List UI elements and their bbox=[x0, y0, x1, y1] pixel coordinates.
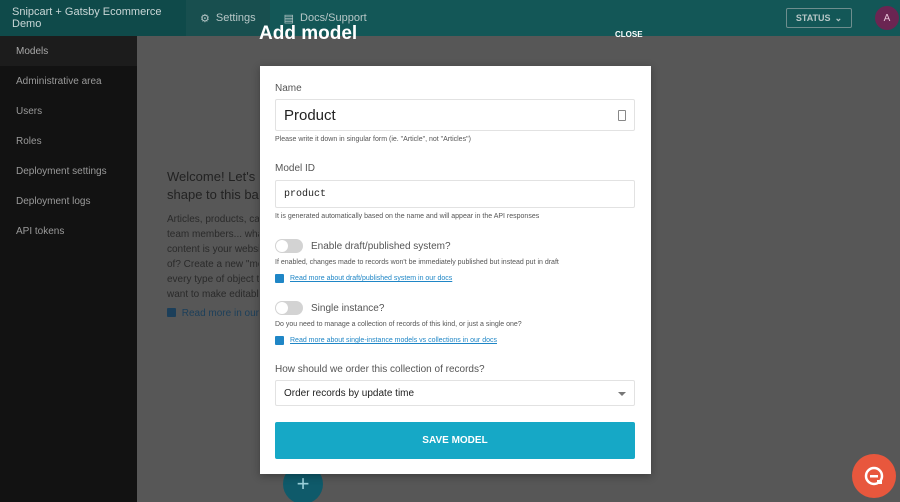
welcome-line: want to make editabl bbox=[167, 289, 259, 300]
book-icon bbox=[167, 308, 176, 317]
single-toggle-row: Single instance? bbox=[275, 301, 384, 315]
single-label: Single instance? bbox=[311, 302, 385, 314]
avatar[interactable]: A bbox=[875, 6, 899, 30]
sidebar-item-deployment-logs[interactable]: Deployment logs bbox=[0, 186, 137, 216]
order-value: Order records by update time bbox=[284, 387, 415, 399]
book-icon bbox=[275, 336, 284, 345]
single-instance-toggle[interactable] bbox=[275, 301, 303, 315]
welcome-docs-link[interactable]: Read more in our bbox=[167, 308, 259, 319]
draft-hint: If enabled, changes made to records won'… bbox=[275, 259, 559, 266]
name-value: Product bbox=[284, 106, 336, 124]
sidebar: Models Administrative area Users Roles D… bbox=[0, 36, 137, 502]
welcome-link-label: Read more in our bbox=[181, 308, 259, 319]
model-id-label: Model ID bbox=[275, 163, 316, 174]
welcome-line: content is your websi bbox=[167, 244, 259, 255]
status-button[interactable]: STATUS ⌄ bbox=[786, 8, 852, 28]
sidebar-item-roles[interactable]: Roles bbox=[0, 126, 137, 156]
chat-icon bbox=[864, 466, 884, 486]
welcome-line: Articles, products, ca bbox=[167, 214, 259, 225]
single-link-label: Read more about single-instance models v… bbox=[290, 337, 497, 344]
welcome-line: of? Create a new "mo bbox=[167, 259, 259, 270]
welcome-title-line: shape to this bac bbox=[167, 187, 259, 202]
model-id-value: product bbox=[284, 188, 327, 200]
caret-down-icon bbox=[618, 392, 626, 396]
name-hint: Please write it down in singular form (i… bbox=[275, 136, 471, 143]
nav-settings-label: Settings bbox=[215, 12, 256, 24]
chat-widget-button[interactable] bbox=[852, 454, 896, 498]
top-bar: Snipcart + Gatsby Ecommerce Demo ⚙ Setti… bbox=[0, 0, 900, 36]
model-id-hint: It is generated automatically based on t… bbox=[275, 213, 540, 220]
sidebar-item-administrative-area[interactable]: Administrative area bbox=[0, 66, 137, 96]
add-model-dialog: Name Product Please write it down in sin… bbox=[260, 66, 651, 474]
modal-title: Add model bbox=[259, 23, 358, 44]
welcome-text: Articles, products, ca team members... w… bbox=[167, 212, 259, 302]
single-docs-link[interactable]: Read more about single-instance models v… bbox=[275, 336, 497, 345]
gear-icon: ⚙ bbox=[200, 12, 210, 25]
field-info-icon[interactable] bbox=[618, 110, 626, 121]
name-field[interactable]: Product bbox=[275, 99, 635, 131]
welcome-line: every type of object th bbox=[167, 274, 259, 285]
order-label: How should we order this collection of r… bbox=[275, 364, 485, 375]
save-model-button[interactable]: SAVE MODEL bbox=[275, 422, 635, 459]
welcome-line: team members... wha bbox=[167, 229, 259, 240]
welcome-title: Welcome! Let's g shape to this bac bbox=[167, 168, 259, 204]
sidebar-item-users[interactable]: Users bbox=[0, 96, 137, 126]
draft-docs-link[interactable]: Read more about draft/published system i… bbox=[275, 274, 452, 283]
draft-toggle[interactable] bbox=[275, 239, 303, 253]
draft-link-label: Read more about draft/published system i… bbox=[290, 275, 453, 282]
draft-toggle-row: Enable draft/published system? bbox=[275, 239, 451, 253]
book-icon bbox=[275, 274, 284, 283]
sidebar-item-models[interactable]: Models bbox=[0, 36, 137, 66]
sidebar-item-deployment-settings[interactable]: Deployment settings bbox=[0, 156, 137, 186]
close-button[interactable]: CLOSE bbox=[615, 30, 643, 39]
order-select[interactable]: Order records by update time bbox=[275, 380, 635, 406]
welcome-title-line: Welcome! Let's g bbox=[167, 169, 259, 184]
model-id-field[interactable]: product bbox=[275, 180, 635, 208]
name-label: Name bbox=[275, 83, 302, 94]
chevron-down-icon: ⌄ bbox=[834, 12, 843, 23]
sidebar-item-api-tokens[interactable]: API tokens bbox=[0, 216, 137, 246]
status-label: STATUS bbox=[795, 13, 831, 23]
nav-settings[interactable]: ⚙ Settings bbox=[186, 0, 270, 36]
draft-label: Enable draft/published system? bbox=[311, 240, 451, 252]
single-hint: Do you need to manage a collection of re… bbox=[275, 321, 522, 328]
project-name[interactable]: Snipcart + Gatsby Ecommerce Demo bbox=[0, 0, 186, 36]
plus-icon: + bbox=[296, 471, 310, 496]
